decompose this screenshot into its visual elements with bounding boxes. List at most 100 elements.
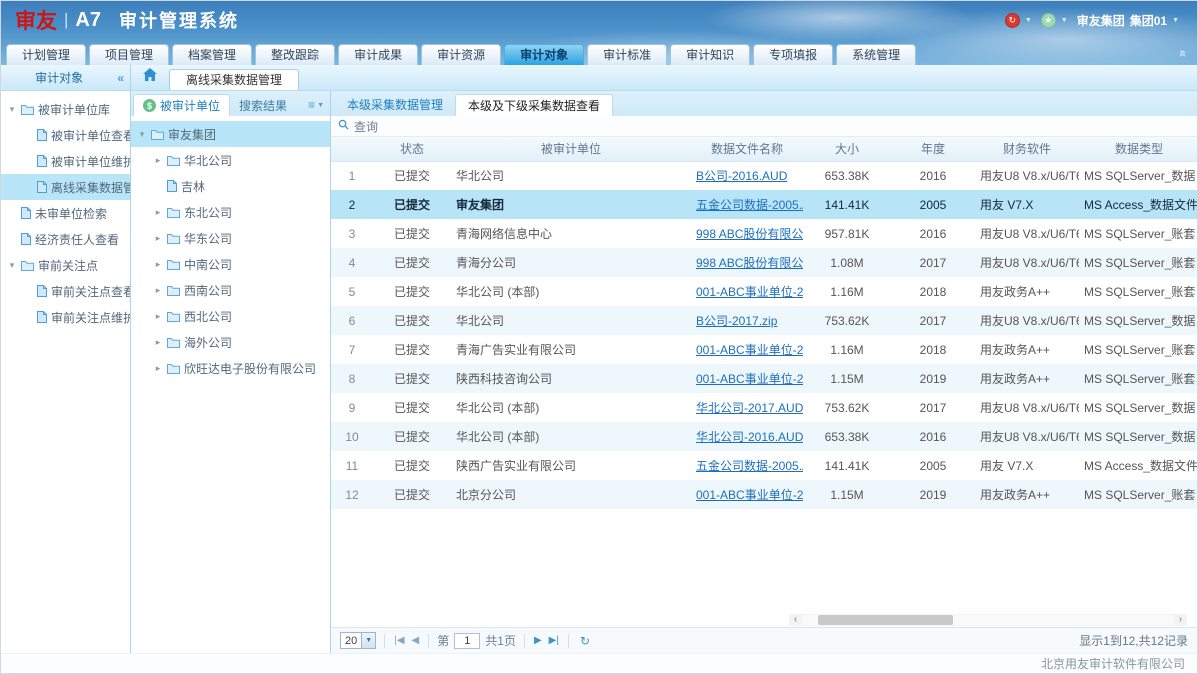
prev-page-button[interactable]: ◀ [411, 635, 421, 646]
sidebar-tree-item[interactable]: ▾审前关注点 [1, 252, 130, 278]
unit-tree-item[interactable]: ▸中南公司 [131, 251, 330, 277]
expand-closed-arrow-icon[interactable]: ▸ [153, 311, 163, 322]
unit-tree-item[interactable]: 吉林 [131, 173, 330, 199]
col-rownum [331, 137, 373, 161]
file-link[interactable]: 华北公司-2017.AUD [696, 401, 803, 415]
chevron-down-icon[interactable]: ▼ [1025, 17, 1032, 24]
first-page-button[interactable]: |◀ [393, 635, 405, 646]
chevron-down-icon[interactable]: ▼ [1172, 17, 1179, 24]
sidebar-tree-item[interactable]: ▾被审计单位库 [1, 96, 130, 122]
nav-tab[interactable]: 档案管理 [172, 44, 252, 65]
sidebar-tree-item[interactable]: 被审计单位维护 [1, 148, 130, 174]
cell-file-name: 998 ABC股份有限公司 ABC股份有限公司 [691, 248, 803, 277]
table-row[interactable]: 11已提交陕西广告实业有限公司五金公司数据-2005.AUD141.41K200… [331, 451, 1198, 480]
nav-tab[interactable]: 整改跟踪 [255, 44, 335, 65]
expand-open-arrow-icon[interactable]: ▾ [7, 104, 17, 115]
scroll-right-icon[interactable]: › [1174, 614, 1187, 626]
file-link[interactable]: 998 ABC股份有限公司 ABC股份有限公司 [696, 227, 803, 241]
scroll-thumb[interactable] [818, 615, 953, 625]
expand-open-arrow-icon[interactable]: ▾ [137, 129, 147, 140]
table-row[interactable]: 9已提交华北公司 (本部)华北公司-2017.AUD753.62K2017用友U… [331, 393, 1198, 422]
user-org-label[interactable]: 审友集团 [1077, 12, 1125, 29]
scroll-track[interactable] [802, 615, 1174, 625]
file-link[interactable]: 001-ABC事业单位-2018.AUD [696, 343, 803, 357]
collapse-up-icon[interactable]: « [1176, 50, 1191, 57]
tab-audited-units[interactable]: $ 被审计单位 [133, 94, 230, 116]
cell-rownum: 12 [331, 480, 373, 509]
next-page-button[interactable]: ▶ [533, 635, 543, 646]
unit-tree-item[interactable]: ▸东北公司 [131, 199, 330, 225]
tree-item-label: 西南公司 [184, 282, 232, 299]
table-row[interactable]: 12已提交北京分公司001-ABC事业单位-2019(1).AUD1.15M20… [331, 480, 1198, 509]
table-row[interactable]: 5已提交华北公司 (本部)001-ABC事业单位-2018(1).AUD1.16… [331, 277, 1198, 306]
file-link[interactable]: 001-ABC事业单位-2019.AUD [696, 372, 803, 386]
expand-closed-arrow-icon[interactable]: ▸ [153, 363, 163, 374]
file-link[interactable]: 华北公司-2016.AUD [696, 430, 803, 444]
table-row[interactable]: 7已提交青海广告实业有限公司001-ABC事业单位-2018.AUD1.16M2… [331, 335, 1198, 364]
unit-tree-item[interactable]: ▸海外公司 [131, 329, 330, 355]
collapse-left-icon[interactable]: « [117, 71, 124, 85]
nav-tab[interactable]: 审计资源 [421, 44, 501, 65]
nav-tab[interactable]: 计划管理 [6, 44, 86, 65]
chevron-down-icon[interactable]: ▼ [1061, 17, 1068, 24]
sidebar-tree-item[interactable]: 审前关注点维护 [1, 304, 130, 330]
nav-tab[interactable]: 审计标准 [587, 44, 667, 65]
breadcrumb-tab[interactable]: 离线采集数据管理 [169, 69, 299, 90]
panel-menu-icon[interactable]: ≡▼ [308, 98, 324, 112]
sidebar-tree-item[interactable]: 未审单位检索 [1, 200, 130, 226]
table-row[interactable]: 1已提交华北公司B公司-2016.AUD653.38K2016用友U8 V8.x… [331, 161, 1198, 190]
expand-closed-arrow-icon[interactable]: ▸ [153, 259, 163, 270]
phone-icon[interactable]: ↻ [1005, 13, 1020, 28]
tab-local-and-sub-collect-view[interactable]: 本级及下级采集数据查看 [455, 94, 613, 116]
table-row[interactable]: 4已提交青海分公司998 ABC股份有限公司 ABC股份有限公司1.08M201… [331, 248, 1198, 277]
expand-open-arrow-icon[interactable]: ▾ [7, 260, 17, 271]
tab-local-collect-manage[interactable]: 本级采集数据管理 [335, 94, 455, 116]
sidebar-tree-item[interactable]: 经济责任人查看 [1, 226, 130, 252]
page-number-input[interactable]: 1 [454, 633, 480, 649]
file-link[interactable]: B公司-2016.AUD [696, 169, 787, 183]
unit-tree-item[interactable]: ▸ 西南公司 [131, 277, 330, 303]
table-row[interactable]: 8已提交陕西科技咨询公司001-ABC事业单位-2019.AUD1.15M201… [331, 364, 1198, 393]
nav-tab[interactable]: 系统管理 [836, 44, 916, 65]
user-name-label[interactable]: 集团01 [1130, 12, 1167, 29]
file-link[interactable]: 001-ABC事业单位-2018(1).AUD [696, 285, 803, 299]
page-size-select[interactable]: 20 ▼ [340, 632, 376, 649]
query-button[interactable]: 查询 [354, 118, 378, 135]
scroll-left-icon[interactable]: ‹ [789, 614, 802, 626]
file-link[interactable]: 五金公司数据-2005.AUD [696, 198, 803, 212]
nav-tab[interactable]: 专项填报 [753, 44, 833, 65]
home-icon[interactable] [143, 68, 157, 84]
table-row[interactable]: 6已提交华北公司B公司-2017.zip753.62K2017用友U8 V8.x… [331, 306, 1198, 335]
file-link[interactable]: 五金公司数据-2005.AUD [696, 459, 803, 473]
nav-tab[interactable]: 审计成果 [338, 44, 418, 65]
expand-closed-arrow-icon[interactable]: ▸ [153, 285, 163, 296]
expand-closed-arrow-icon[interactable]: ▸ [153, 207, 163, 218]
star-icon[interactable]: ★ [1041, 13, 1056, 28]
unit-tree-item[interactable]: ▸华北公司 [131, 147, 330, 173]
cell-software: 用友 V7.X [975, 190, 1079, 219]
expand-closed-arrow-icon[interactable]: ▸ [153, 233, 163, 244]
file-link[interactable]: B公司-2017.zip [696, 314, 777, 328]
file-link[interactable]: 001-ABC事业单位-2019(1).AUD [696, 488, 803, 502]
sidebar-tree-item[interactable]: 离线采集数据管理 [1, 174, 130, 200]
nav-tab[interactable]: 项目管理 [89, 44, 169, 65]
unit-tree-item[interactable]: ▸西北公司 [131, 303, 330, 329]
last-page-button[interactable]: ▶| [548, 635, 560, 646]
expand-closed-arrow-icon[interactable]: ▸ [153, 155, 163, 166]
unit-tree-item[interactable]: ▾审友集团 [131, 121, 330, 147]
horizontal-scrollbar[interactable]: ‹ › [789, 614, 1187, 626]
file-link[interactable]: 998 ABC股份有限公司 ABC股份有限公司 [696, 256, 803, 270]
tab-search-results[interactable]: 搜索结果 [230, 94, 296, 116]
table-row[interactable]: 2已提交审友集团五金公司数据-2005.AUD141.41K2005用友 V7.… [331, 190, 1198, 219]
nav-tab[interactable]: 审计对象 [504, 44, 584, 65]
table-row[interactable]: 3已提交青海网络信息中心998 ABC股份有限公司 ABC股份有限公司957.8… [331, 219, 1198, 248]
unit-tree-item[interactable]: ▸华东公司 [131, 225, 330, 251]
unit-tree-item[interactable]: ▸欣旺达电子股份有限公司 [131, 355, 330, 381]
nav-tab[interactable]: 审计知识 [670, 44, 750, 65]
sidebar-tree-item[interactable]: 审前关注点查看 [1, 278, 130, 304]
sidebar-tree-item[interactable]: 被审计单位查看 [1, 122, 130, 148]
app-title: 审计管理系统 [119, 7, 239, 33]
table-row[interactable]: 10已提交华北公司 (本部)华北公司-2016.AUD653.38K2016用友… [331, 422, 1198, 451]
refresh-icon[interactable]: ↻ [580, 634, 590, 648]
expand-closed-arrow-icon[interactable]: ▸ [153, 337, 163, 348]
